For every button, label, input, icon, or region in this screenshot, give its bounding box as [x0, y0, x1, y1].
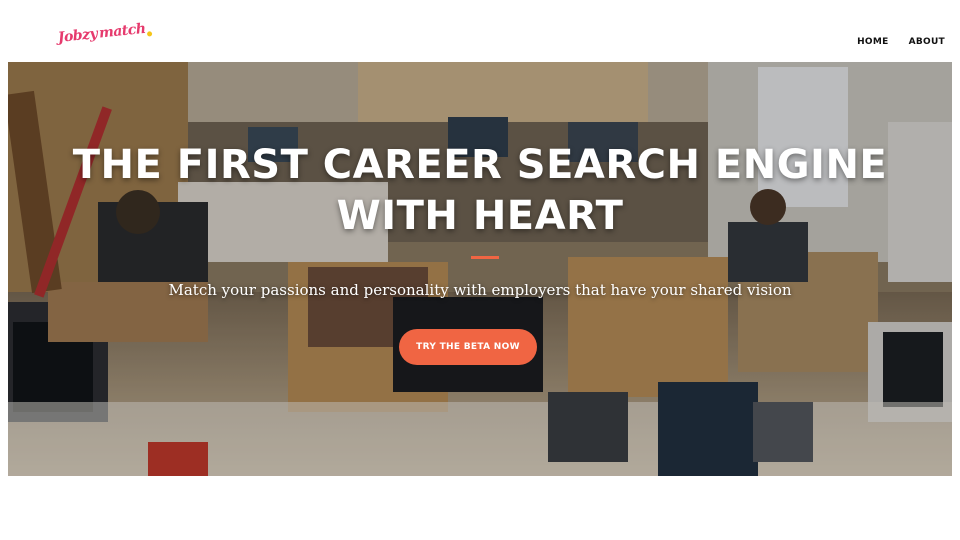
try-beta-button[interactable]: TRY THE BETA NOW: [399, 329, 537, 365]
nav-about-link[interactable]: ABOUT: [909, 37, 945, 47]
logo-dot-icon: [146, 31, 153, 37]
main-nav: HOME ABOUT: [857, 37, 945, 47]
accent-divider: [471, 256, 499, 259]
logo-word-1: Jobzy: [57, 25, 98, 46]
navbar: Jobzymatch HOME ABOUT: [0, 0, 960, 62]
hero-headline: THE FIRST CAREER SEARCH ENGINE WITH HEAR…: [8, 140, 952, 242]
logo-word-2: match: [98, 20, 147, 42]
hero-headline-line-1: THE FIRST CAREER SEARCH ENGINE: [72, 142, 888, 188]
hero-section: THE FIRST CAREER SEARCH ENGINE WITH HEAR…: [8, 62, 952, 476]
hero-overlay: [8, 62, 952, 476]
hero-subtitle: Match your passions and personality with…: [168, 281, 792, 299]
hero-headline-line-2: WITH HEART: [336, 193, 624, 239]
nav-home-link[interactable]: HOME: [857, 37, 889, 47]
jobzymatch-logo[interactable]: Jobzymatch: [57, 20, 153, 46]
